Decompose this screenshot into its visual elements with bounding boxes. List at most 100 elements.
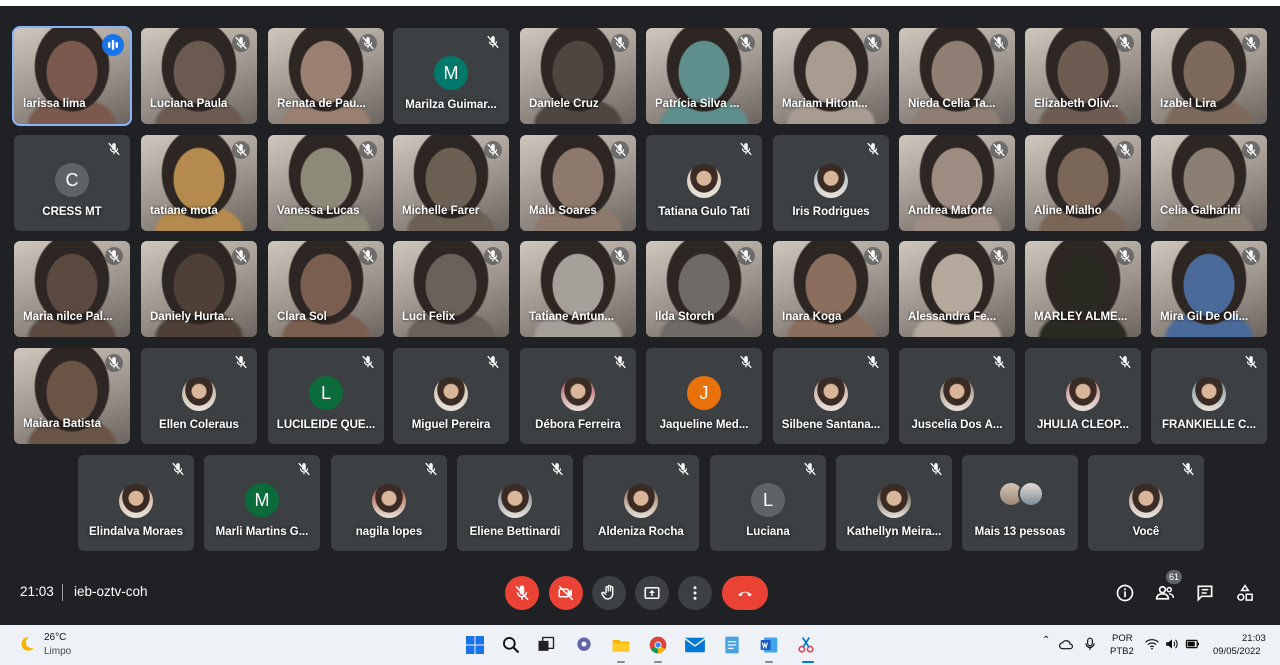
language-indicator[interactable]: POR xyxy=(1112,633,1133,644)
participant-tile[interactable]: L Luciana xyxy=(710,455,826,551)
search-icon[interactable] xyxy=(499,633,523,657)
windows-start-icon[interactable] xyxy=(463,633,487,657)
participant-tile[interactable]: Celia Galharini xyxy=(1151,135,1267,231)
participant-tile[interactable]: nagila lopes xyxy=(331,455,447,551)
avatar xyxy=(1018,481,1044,507)
mic-muted-icon xyxy=(803,462,817,476)
participant-tile[interactable]: Tatiane Antun... xyxy=(520,241,636,337)
participant-tile[interactable]: Michelle Farer xyxy=(393,135,509,231)
participant-tile[interactable]: Mariam Hitom... xyxy=(773,28,889,124)
participant-name: Mariam Hitom... xyxy=(782,98,868,110)
mic-muted-icon xyxy=(107,142,121,156)
participant-tile[interactable]: Aldeniza Rocha xyxy=(583,455,699,551)
microphone-icon[interactable] xyxy=(1084,637,1096,651)
mic-muted-icon xyxy=(611,141,629,159)
participant-tile[interactable]: Maiara Batista xyxy=(14,348,130,444)
participant-tile[interactable]: M Marilza Guimar... xyxy=(393,28,509,124)
mic-off-button[interactable] xyxy=(505,576,539,610)
participant-tile[interactable]: M Marli Martins G... xyxy=(204,455,320,551)
participant-tile[interactable]: Débora Ferreira xyxy=(520,348,636,444)
leave-call-button[interactable] xyxy=(722,576,768,610)
participant-tile[interactable]: Alessandra Fe... xyxy=(899,241,1015,337)
participant-tile[interactable]: C CRESS MT xyxy=(14,135,130,231)
mic-muted-icon xyxy=(611,247,629,265)
participant-tile[interactable]: Miguel Pereira xyxy=(393,348,509,444)
participant-tile[interactable]: L LUCILEIDE QUE... xyxy=(268,348,384,444)
participant-tile[interactable]: Vanessa Lucas xyxy=(268,135,384,231)
volume-icon[interactable] xyxy=(1165,638,1179,650)
participant-tile[interactable]: Ellen Coleraus xyxy=(141,348,257,444)
participant-tile[interactable]: Inara Koga xyxy=(773,241,889,337)
moon-icon[interactable] xyxy=(18,635,36,653)
participant-tile[interactable]: Daniely Hurta... xyxy=(141,241,257,337)
battery-icon[interactable] xyxy=(1185,638,1201,650)
snipping-tool-icon[interactable] xyxy=(794,633,818,657)
participant-tile[interactable]: Luciana Paula xyxy=(141,28,257,124)
meeting-controls-bar: 21:03 ieb-oztv-coh 61 xyxy=(0,562,1280,624)
taskbar-clock-time[interactable]: 21:03 xyxy=(1242,633,1266,644)
mic-muted-icon xyxy=(232,34,250,52)
participant-tile[interactable]: Nieda Celia Ta... xyxy=(899,28,1015,124)
present-button[interactable] xyxy=(635,576,669,610)
chevron-up-icon[interactable]: ⌃ xyxy=(1042,635,1050,646)
participant-tile[interactable]: Elindalva Moraes xyxy=(78,455,194,551)
participant-tile[interactable]: Renata de Pau... xyxy=(268,28,384,124)
participant-tile[interactable]: Você xyxy=(1088,455,1204,551)
cloud-icon[interactable] xyxy=(1059,638,1073,650)
chrome-icon[interactable] xyxy=(646,633,670,657)
activities-button[interactable] xyxy=(1234,582,1256,604)
chat-button[interactable] xyxy=(1194,582,1216,604)
camera-off-button[interactable] xyxy=(549,576,583,610)
participant-tile[interactable]: J Jaqueline Med... xyxy=(646,348,762,444)
word-icon[interactable] xyxy=(757,633,781,657)
participant-tile[interactable]: Patrícia Silva ... xyxy=(646,28,762,124)
more-options-button[interactable] xyxy=(678,576,712,610)
participant-tile[interactable]: MARLEY ALME... xyxy=(1025,241,1141,337)
mail-icon[interactable] xyxy=(683,633,707,657)
participant-tile[interactable]: Silbene Santana... xyxy=(773,348,889,444)
chat-icon[interactable] xyxy=(572,633,596,657)
participant-tile[interactable]: tatiane mota xyxy=(141,135,257,231)
keyboard-layout-indicator[interactable]: PTB2 xyxy=(1110,646,1134,657)
participant-name: Daniele Cruz xyxy=(529,98,599,110)
participant-tile[interactable]: Izabel Lira xyxy=(1151,28,1267,124)
participant-tile[interactable]: Aline Mialho xyxy=(1025,135,1141,231)
mic-muted-icon xyxy=(424,462,438,476)
participant-tile[interactable]: Iris Rodrigues xyxy=(773,135,889,231)
participant-tile[interactable]: Daniele Cruz xyxy=(520,28,636,124)
mic-muted-icon xyxy=(611,34,629,52)
participant-tile[interactable]: Juscelia Dos A... xyxy=(899,348,1015,444)
participant-tile[interactable]: Mira Gil De Oli... xyxy=(1151,241,1267,337)
participant-tile[interactable]: Andrea Maforte xyxy=(899,135,1015,231)
mic-muted-icon xyxy=(361,355,375,369)
participant-tile[interactable]: Tatiana Gulo Tati xyxy=(646,135,762,231)
participant-tile[interactable]: Luci Felix xyxy=(393,241,509,337)
participant-tile[interactable]: FRANKIELLE C... xyxy=(1151,348,1267,444)
participant-tile[interactable]: Ilda Storch xyxy=(646,241,762,337)
mic-muted-icon xyxy=(484,141,502,159)
meeting-details-button[interactable] xyxy=(1114,582,1136,604)
weather-temperature: 26°C xyxy=(44,632,67,643)
participant-tile[interactable]: Eliene Bettinardi xyxy=(457,455,573,551)
task-view-icon[interactable] xyxy=(534,633,558,657)
participant-name: Maria nilce Pal... xyxy=(23,311,113,323)
people-button[interactable] xyxy=(1154,582,1176,604)
taskbar-clock-date[interactable]: 09/05/2022 xyxy=(1213,646,1261,657)
participant-tile[interactable]: Elizabeth Oliv... xyxy=(1025,28,1141,124)
participant-tile[interactable]: Mais 13 pessoas xyxy=(962,455,1078,551)
participant-tile[interactable]: Maria nilce Pal... xyxy=(14,241,130,337)
participant-name: Izabel Lira xyxy=(1160,98,1217,110)
raise-hand-button[interactable] xyxy=(592,576,626,610)
mic-muted-icon xyxy=(737,247,755,265)
wifi-icon[interactable] xyxy=(1145,638,1159,650)
file-explorer-icon[interactable] xyxy=(609,633,633,657)
meeting-code[interactable]: ieb-oztv-coh xyxy=(74,584,148,599)
participant-tile[interactable]: JHULIA CLEOP... xyxy=(1025,348,1141,444)
mic-muted-icon xyxy=(1242,141,1260,159)
notepad-icon[interactable] xyxy=(720,633,744,657)
participant-tile[interactable]: Kathellyn Meira... xyxy=(836,455,952,551)
participant-tile[interactable]: Malu Soares xyxy=(520,135,636,231)
participant-tile[interactable]: larissa lima xyxy=(12,26,132,126)
participant-tile[interactable]: Clara Sol xyxy=(268,241,384,337)
participant-name: Luciana xyxy=(746,526,790,538)
